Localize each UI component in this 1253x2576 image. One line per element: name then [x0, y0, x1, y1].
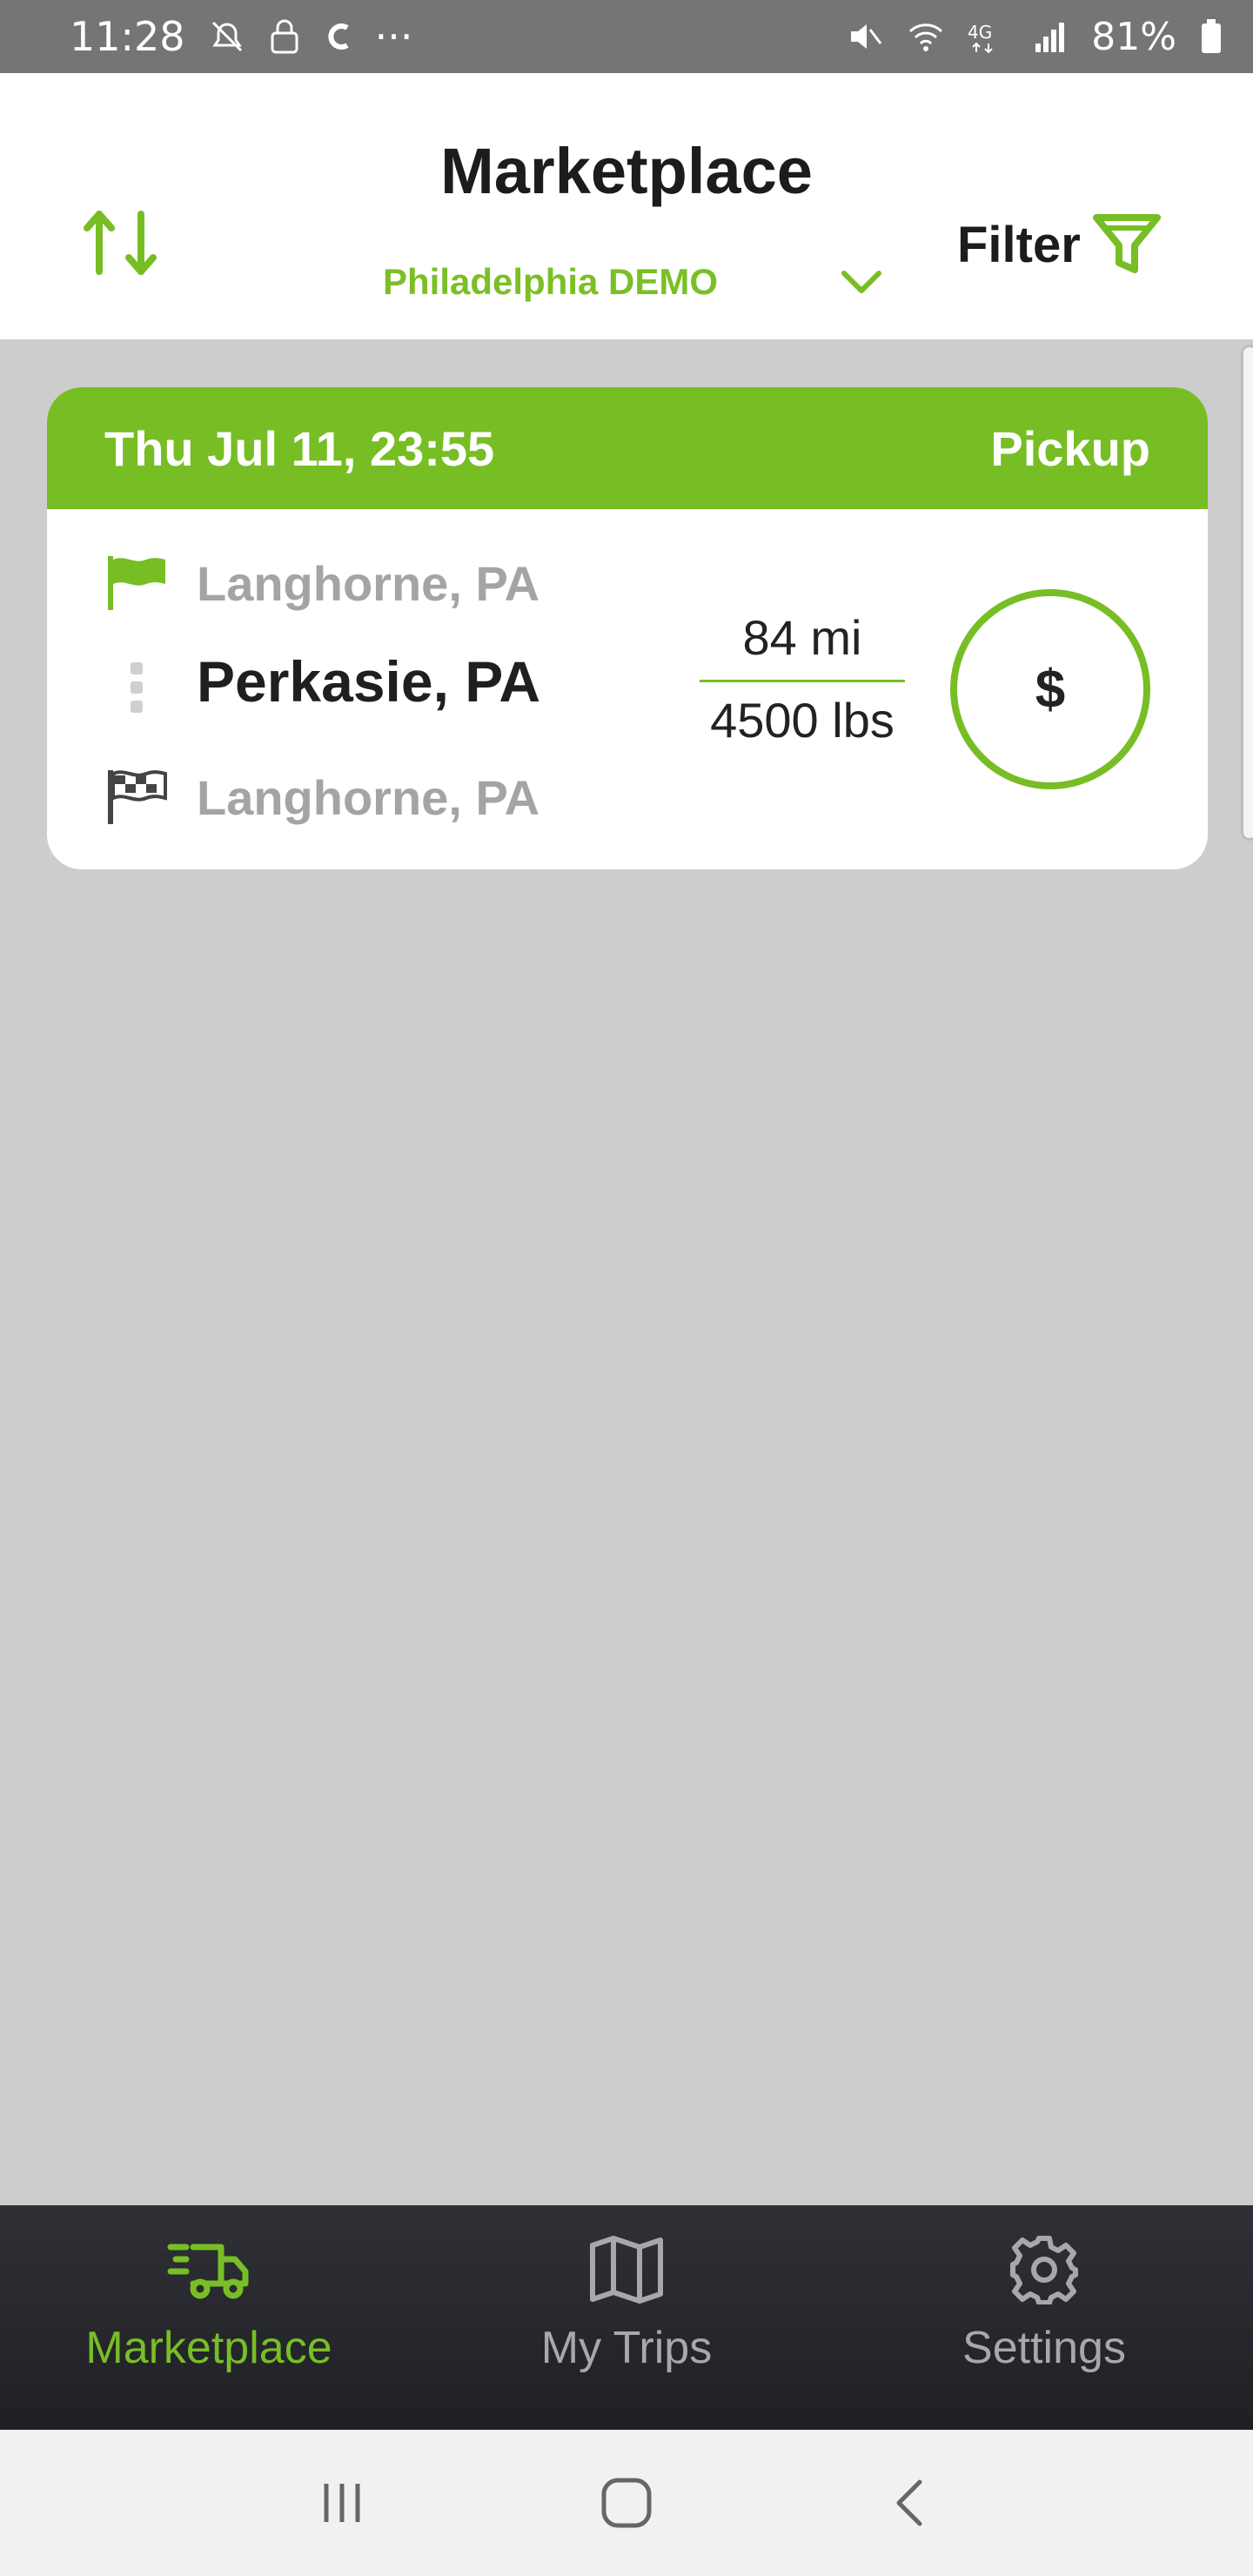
sort-arrows-icon: [84, 211, 157, 275]
map-icon: [590, 2236, 663, 2304]
region-dropdown[interactable]: Philadelphia DEMO: [383, 247, 888, 317]
truck-icon: [167, 2244, 249, 2299]
scrollbar[interactable]: [1241, 345, 1253, 841]
price-button[interactable]: $: [950, 589, 1150, 789]
checkered-flag-icon: [108, 770, 167, 824]
mute-icon: [846, 17, 884, 56]
load-card[interactable]: Thu Jul 11, 23:55 Pickup Langhorne, PA P…: [47, 387, 1208, 869]
card-header: Thu Jul 11, 23:55 Pickup: [47, 387, 1208, 509]
via-stop: Perkasie, PA: [197, 648, 540, 714]
lock-icon: [269, 17, 300, 56]
wifi-icon: [907, 17, 945, 56]
gear-icon: [1010, 2236, 1078, 2304]
via-location: Perkasie, PA: [197, 649, 541, 714]
do-not-disturb-icon: [208, 17, 246, 56]
nav-item-my-trips[interactable]: My Trips: [418, 2205, 835, 2430]
sort-button[interactable]: [80, 204, 167, 282]
distance: 84 mi: [742, 610, 862, 665]
origin-location: Langhorne, PA: [197, 555, 540, 611]
svg-text:4G: 4G: [968, 22, 992, 43]
nav-item-settings[interactable]: Settings: [835, 2205, 1253, 2430]
home-button[interactable]: [574, 2459, 679, 2546]
nav-label-marketplace: Marketplace: [85, 2323, 332, 2373]
nav-item-marketplace[interactable]: Marketplace: [0, 2205, 418, 2430]
load-datetime: Thu Jul 11, 23:55: [104, 420, 495, 476]
destination-location: Langhorne, PA: [197, 769, 540, 825]
system-navigation-bar: [0, 2430, 1253, 2576]
stats-divider: [700, 680, 905, 682]
back-button[interactable]: [859, 2459, 963, 2546]
status-right: 4G 81%: [846, 15, 1223, 59]
recent-apps-icon: [324, 2484, 360, 2522]
bottom-navigation: Marketplace My Trips Settings: [0, 2205, 1253, 2430]
page-title: Marketplace: [440, 135, 813, 207]
4g-lte-icon: 4G: [968, 17, 1011, 56]
flag-icon: [108, 556, 165, 610]
more-notifications-icon: ···: [374, 13, 413, 60]
status-bar: 11:28 ··· 4G 81%: [0, 0, 1253, 73]
c-app-icon: [323, 17, 352, 56]
load-type: Pickup: [990, 420, 1150, 476]
recent-apps-button[interactable]: [290, 2459, 394, 2546]
nav-label-settings: Settings: [962, 2323, 1126, 2373]
signal-icon: [1034, 17, 1069, 56]
route-dots: [131, 662, 143, 713]
filter-label: Filter: [957, 216, 1081, 273]
status-time: 11:28: [70, 13, 185, 60]
battery-icon: [1199, 17, 1223, 56]
home-icon: [601, 2478, 652, 2528]
destination-stop: Langhorne, PA: [104, 767, 539, 828]
filter-button[interactable]: Filter: [957, 205, 1163, 284]
funnel-icon: [1092, 214, 1161, 273]
load-stats: 84 mi 4500 lbs: [700, 605, 905, 754]
chevron-down-icon: [835, 256, 888, 312]
back-icon: [896, 2479, 922, 2526]
status-left: 11:28 ···: [70, 13, 412, 60]
region-label: Philadelphia DEMO: [383, 261, 719, 302]
app-header: Marketplace Philadelphia DEMO Filter: [0, 73, 1253, 339]
origin-stop: Langhorne, PA: [104, 553, 539, 614]
weight: 4500 lbs: [710, 693, 895, 748]
battery-percentage: 81%: [1091, 14, 1176, 59]
nav-label-my-trips: My Trips: [540, 2323, 713, 2373]
